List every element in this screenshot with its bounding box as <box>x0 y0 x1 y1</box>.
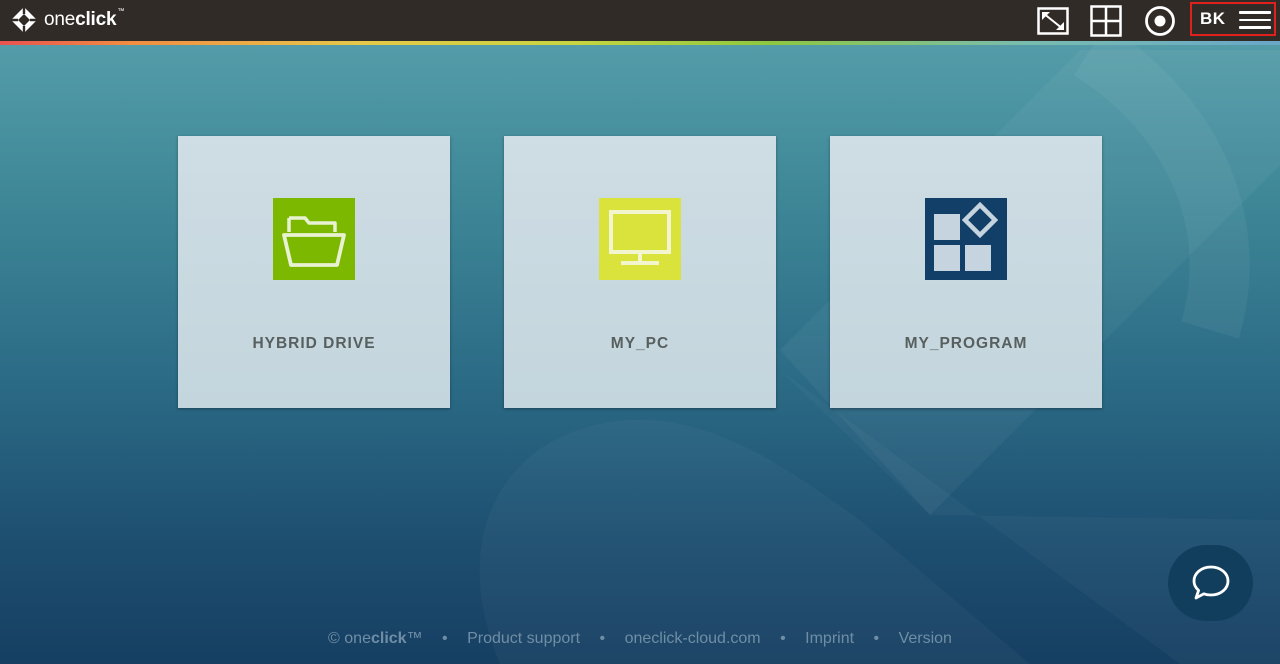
tile-hybrid-drive[interactable]: HYBRID DRIVE <box>178 136 450 408</box>
footer: © oneclick™ • Product support • oneclick… <box>0 630 1280 648</box>
tile-my-program[interactable]: MY_PROGRAM <box>830 136 1102 408</box>
tile-label: MY_PC <box>610 335 670 352</box>
oneclick-logo-icon <box>11 7 37 33</box>
footer-separator: • <box>599 630 606 647</box>
record-button[interactable] <box>1143 4 1177 38</box>
tile-my-pc[interactable]: MY_PC <box>504 136 776 408</box>
chat-bubble-icon <box>1192 565 1229 600</box>
footer-link-website[interactable]: oneclick-cloud.com <box>625 630 761 647</box>
top-bar: oneclick ™ BK <box>0 0 1280 41</box>
tile-label: HYBRID DRIVE <box>252 335 376 352</box>
record-icon <box>1145 6 1175 36</box>
user-initials: BK <box>1200 9 1226 28</box>
folder-icon <box>273 198 355 280</box>
top-bar-accent-stripe <box>0 41 1280 45</box>
hamburger-menu-icon <box>1239 11 1271 29</box>
logo-text: oneclick <box>44 9 117 30</box>
chat-button[interactable] <box>1168 545 1253 621</box>
tile-label: MY_PROGRAM <box>904 335 1028 352</box>
grid-view-button[interactable] <box>1089 4 1123 38</box>
monitor-icon <box>599 198 681 280</box>
footer-separator: • <box>780 630 786 647</box>
user-menu-button[interactable]: BK <box>1190 2 1276 36</box>
footer-separator: • <box>442 630 448 647</box>
fullscreen-icon <box>1037 7 1069 35</box>
footer-copyright: © oneclick™ <box>328 630 423 647</box>
oneclick-logo[interactable]: oneclick ™ <box>10 6 124 34</box>
footer-link-product-support[interactable]: Product support <box>467 630 580 647</box>
footer-separator: • <box>873 630 880 647</box>
apps-grid-icon <box>925 198 1007 280</box>
fullscreen-button[interactable] <box>1036 4 1070 38</box>
footer-link-imprint[interactable]: Imprint <box>805 630 854 647</box>
grid-view-icon <box>1090 5 1122 37</box>
footer-link-version[interactable]: Version <box>899 630 952 647</box>
logo-trademark: ™ <box>117 7 125 15</box>
